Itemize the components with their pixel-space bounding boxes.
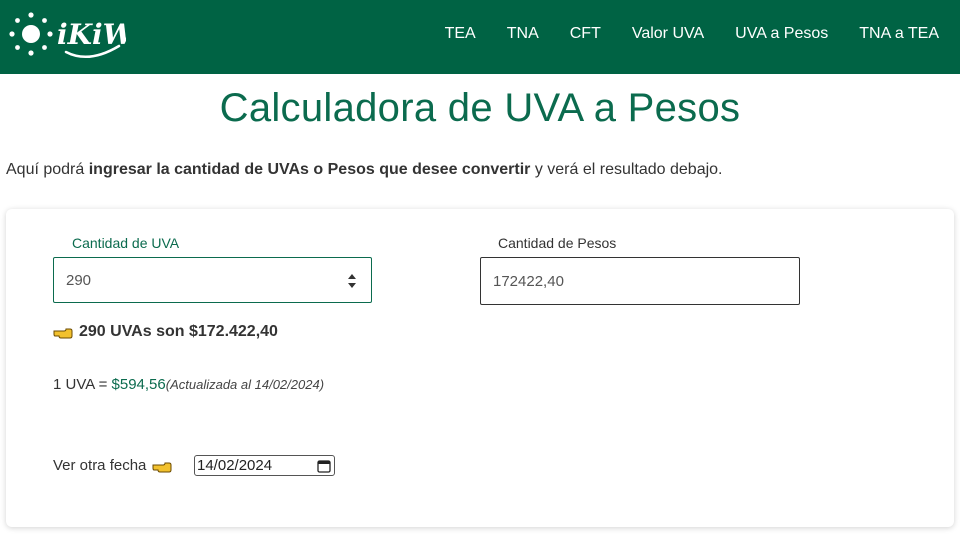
nav-valor-uva[interactable]: Valor UVA xyxy=(632,25,704,43)
conversion-result: 290 UVAs son $172.422,40 xyxy=(53,323,278,341)
page-title: Calculadora de UVA a Pesos xyxy=(219,86,741,130)
intro-suffix: y verá el resultado debajo. xyxy=(530,161,723,178)
number-spinner-icon[interactable] xyxy=(345,270,359,292)
nav-uva-a-pesos[interactable]: UVA a Pesos xyxy=(735,25,828,43)
intro-bold: ingresar la cantidad de UVAs o Pesos que… xyxy=(88,161,531,178)
svg-text:iKiWi: iKiWi xyxy=(57,18,126,51)
pointing-hand-icon xyxy=(53,328,73,339)
conversion-result-text: 290 UVAs son $172.422,40 xyxy=(79,323,278,340)
main-nav: TEA TNA CFT Valor UVA UVA a Pesos TNA a … xyxy=(435,0,960,68)
intro-text: Aquí podrá ingresar la cantidad de UVAs … xyxy=(6,161,723,179)
uva-rate: 1 UVA = $594,56(Actualizada al 14/02/202… xyxy=(53,376,324,393)
ikiwi-logo[interactable]: iKiWi xyxy=(4,6,126,66)
rate-value: $594,56 xyxy=(111,376,166,393)
uva-field-label: Cantidad de UVA xyxy=(72,235,180,251)
pointing-hand-icon xyxy=(152,462,172,472)
top-navbar: iKiWi TEA TNA CFT Valor UVA UVA a Pesos … xyxy=(0,0,960,74)
nav-cft[interactable]: CFT xyxy=(570,25,601,43)
pesos-field-label: Cantidad de Pesos xyxy=(498,235,617,251)
rate-prefix: 1 UVA = xyxy=(53,376,112,393)
date-input[interactable]: 14/02/2024 xyxy=(194,455,335,476)
nav-tna[interactable]: TNA xyxy=(507,25,539,43)
calendar-icon[interactable] xyxy=(317,459,331,473)
pesos-input[interactable] xyxy=(480,257,800,305)
other-date-row: Ver otra fecha xyxy=(53,457,178,474)
rate-update-note: (Actualizada al 14/02/2024) xyxy=(165,377,325,392)
uva-input[interactable] xyxy=(53,257,372,303)
intro-prefix: Aquí podrá xyxy=(6,161,89,178)
date-input-value: 14/02/2024 xyxy=(197,457,273,474)
nav-tna-a-tea[interactable]: TNA a TEA xyxy=(859,25,939,43)
nav-tea[interactable]: TEA xyxy=(445,25,476,43)
other-date-label: Ver otra fecha xyxy=(53,457,147,474)
